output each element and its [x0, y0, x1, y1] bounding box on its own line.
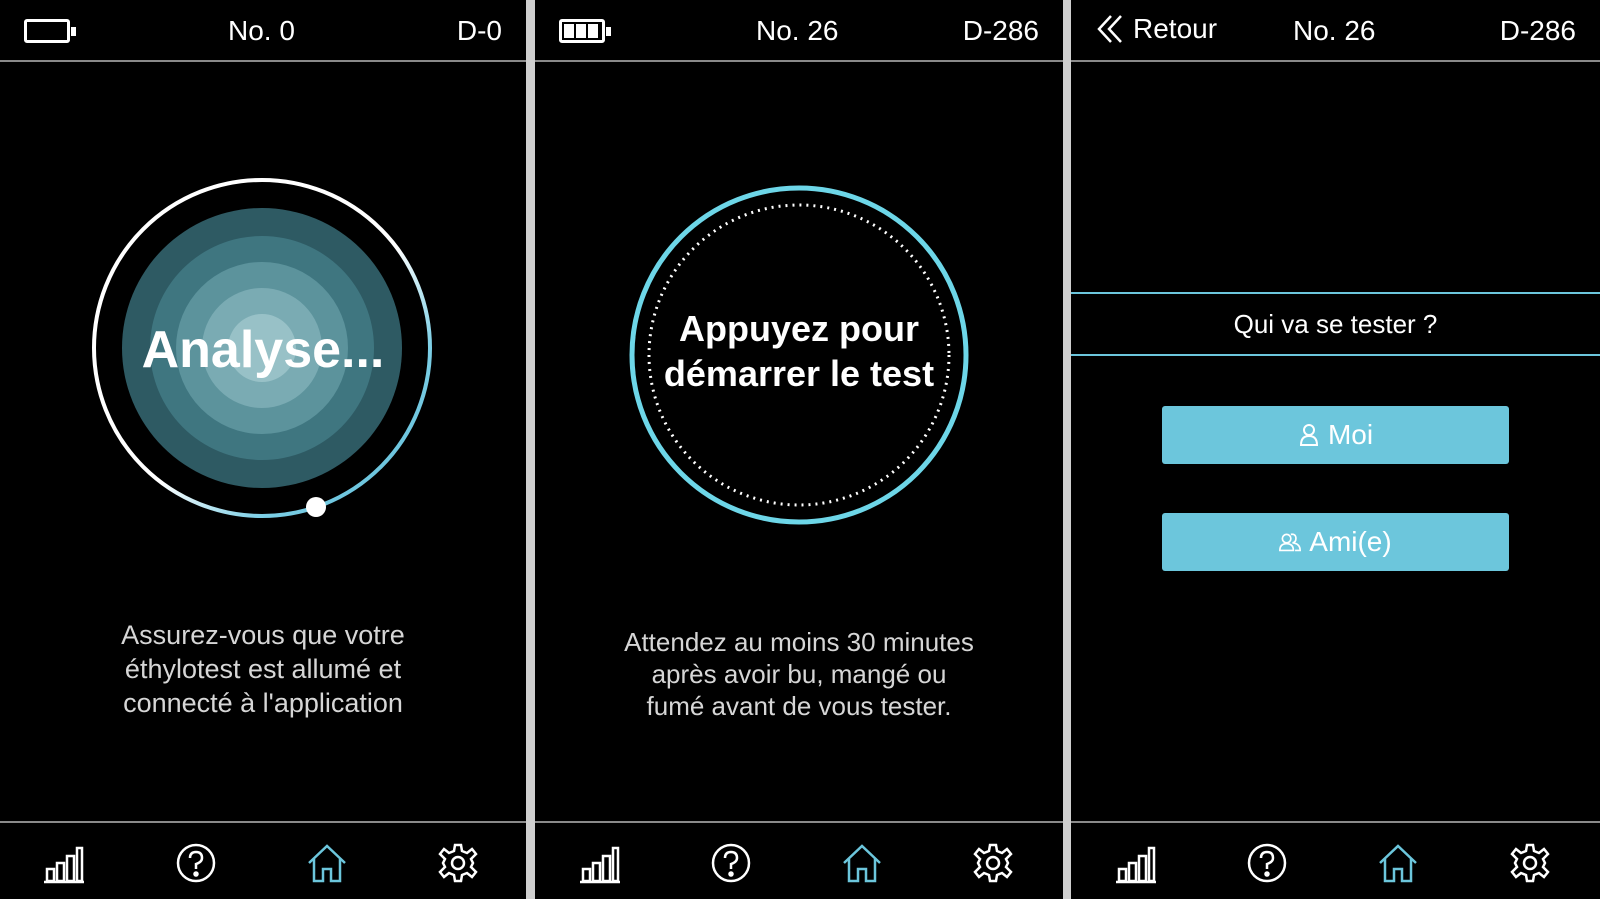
start-test-label[interactable]: Appuyez pour démarrer le test — [535, 306, 1063, 396]
analysing-label: Analyse... — [141, 321, 385, 379]
double-chevron-left-icon — [1097, 15, 1122, 43]
settings-icon[interactable] — [971, 841, 1015, 885]
user-icon — [1299, 424, 1318, 446]
caption-line: éthylotest est allumé et — [124, 654, 402, 684]
connection-hint: Assurez-vous que votre éthylotest est al… — [0, 618, 526, 720]
caption-line: après avoir bu, mangé ou — [651, 659, 947, 689]
back-label: Retour — [1133, 13, 1218, 44]
question-divider-bottom — [1071, 354, 1600, 356]
progress-knob — [306, 497, 326, 517]
screens-strip: No. 0 D-0 Analyse... Assurez-vous que vo… — [0, 0, 1600, 899]
top-bar: No. 26 D-286 — [535, 0, 1063, 62]
bottom-nav — [535, 821, 1063, 899]
help-icon[interactable] — [174, 841, 218, 885]
settings-icon[interactable] — [1508, 841, 1552, 885]
caption-line: connecté à l'application — [123, 688, 403, 718]
stats-icon[interactable] — [1114, 841, 1158, 885]
stats-icon[interactable] — [42, 841, 86, 885]
caption-line: Assurez-vous que votre — [121, 620, 405, 650]
wait-hint: Attendez au moins 30 minutes après avoir… — [535, 626, 1063, 722]
me-button-label: Moi — [1327, 419, 1374, 450]
battery-full-icon — [559, 19, 611, 43]
test-number: No. 0 — [228, 15, 295, 46]
back-button[interactable]: Retour — [1097, 13, 1217, 45]
top-bar: No. 0 D-0 — [0, 0, 526, 62]
bottom-nav — [1071, 821, 1600, 899]
help-icon[interactable] — [1245, 841, 1289, 885]
bottom-nav — [0, 821, 526, 899]
settings-icon[interactable] — [436, 841, 480, 885]
device-id: D-286 — [962, 15, 1039, 46]
home-icon[interactable] — [840, 841, 884, 885]
test-number: No. 26 — [756, 15, 839, 46]
question-divider-top — [1071, 292, 1600, 294]
top-bar: Retour No. 26 D-286 — [1071, 0, 1600, 62]
home-icon[interactable] — [305, 841, 349, 885]
screen-start-test: No. 26 D-286 Appuyez pour démarrer le te… — [535, 0, 1063, 899]
users-icon — [1279, 533, 1302, 552]
friend-button-label: Ami(e) — [1309, 526, 1392, 557]
stats-icon[interactable] — [578, 841, 622, 885]
me-button[interactable]: Moi — [1162, 406, 1509, 464]
home-icon[interactable] — [1376, 841, 1420, 885]
start-label-line: Appuyez pour — [679, 308, 919, 349]
device-id: D-0 — [456, 15, 502, 46]
who-tests-question: Qui va se tester ? — [1233, 309, 1438, 339]
start-label-line: démarrer le test — [663, 353, 935, 394]
help-icon[interactable] — [709, 841, 753, 885]
screen-who-tests: Retour No. 26 D-286 Qui va se tester ? M… — [1071, 0, 1600, 899]
friend-button[interactable]: Ami(e) — [1162, 513, 1509, 571]
screen-analysing: No. 0 D-0 Analyse... Assurez-vous que vo… — [0, 0, 526, 899]
caption-line: Attendez au moins 30 minutes — [624, 627, 974, 657]
device-id: D-286 — [1499, 15, 1576, 46]
caption-line: fumé avant de vous tester. — [646, 691, 952, 721]
battery-empty-icon — [24, 19, 76, 43]
test-number: No. 26 — [1293, 15, 1376, 46]
